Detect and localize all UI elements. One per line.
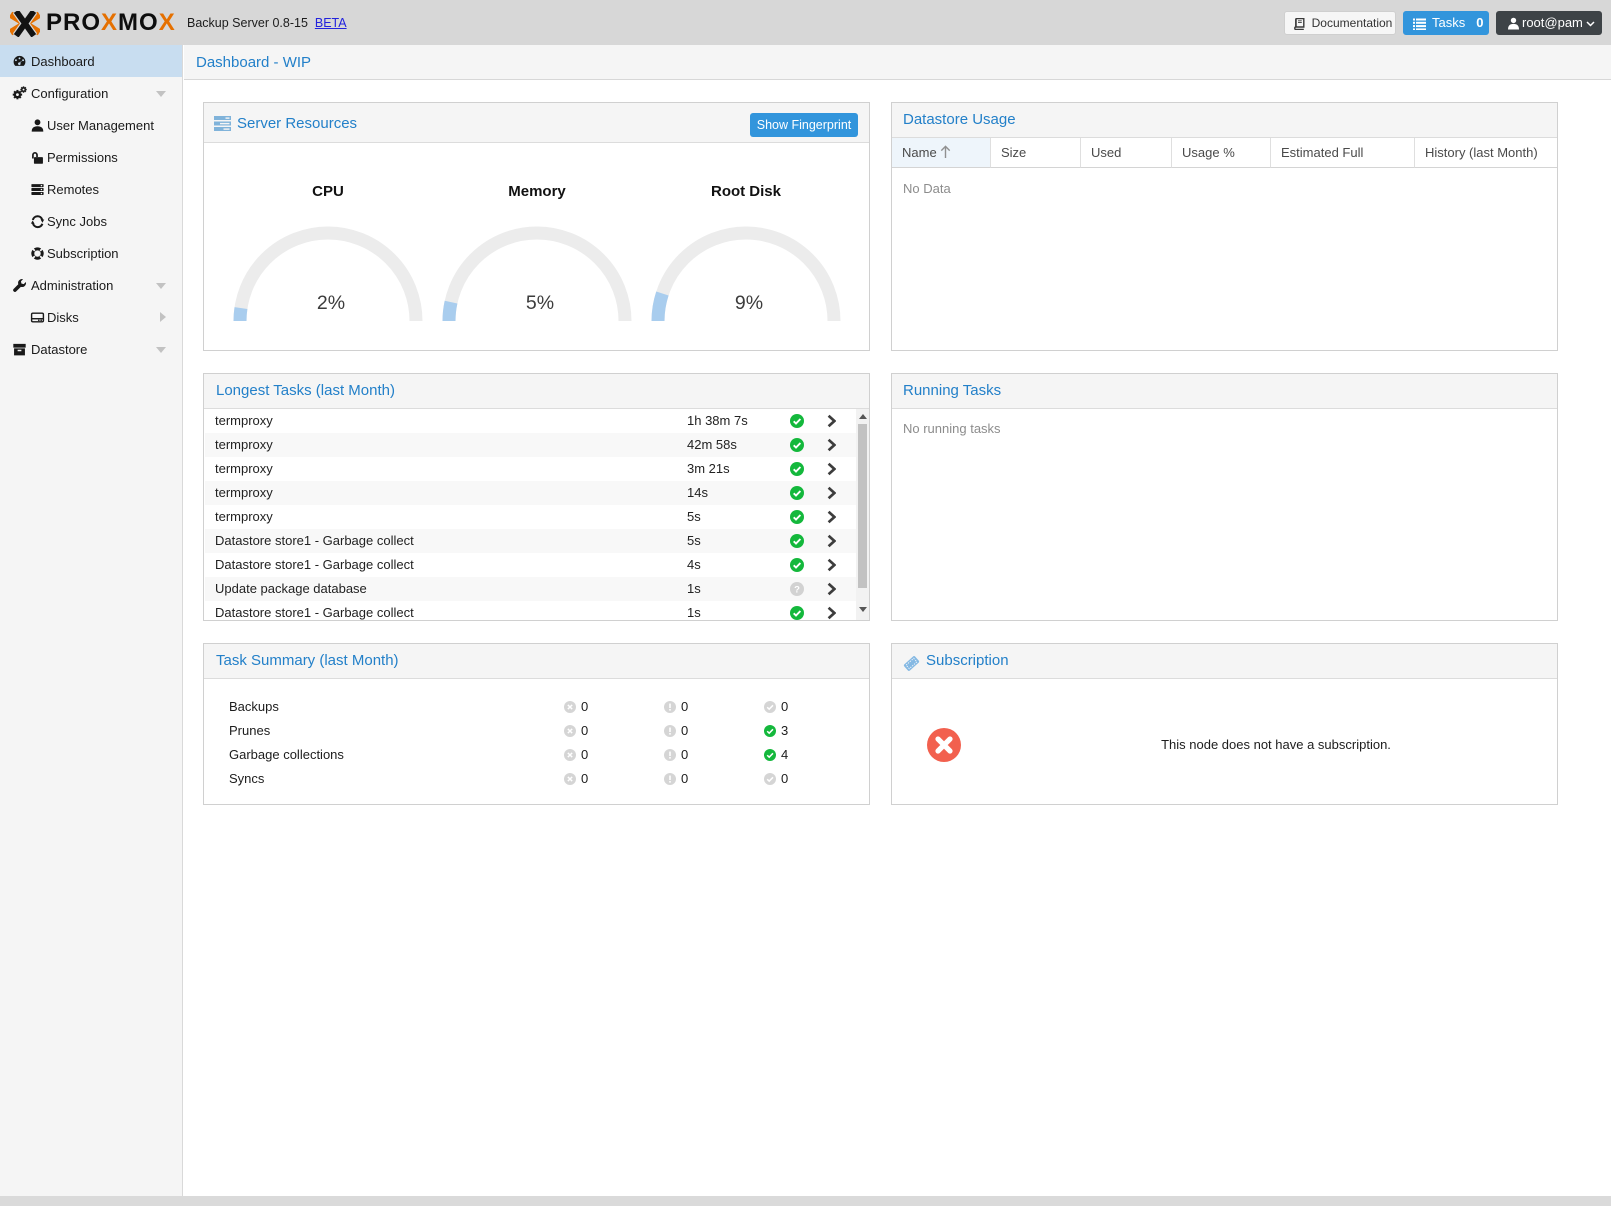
svg-text:?: ? <box>794 584 800 595</box>
